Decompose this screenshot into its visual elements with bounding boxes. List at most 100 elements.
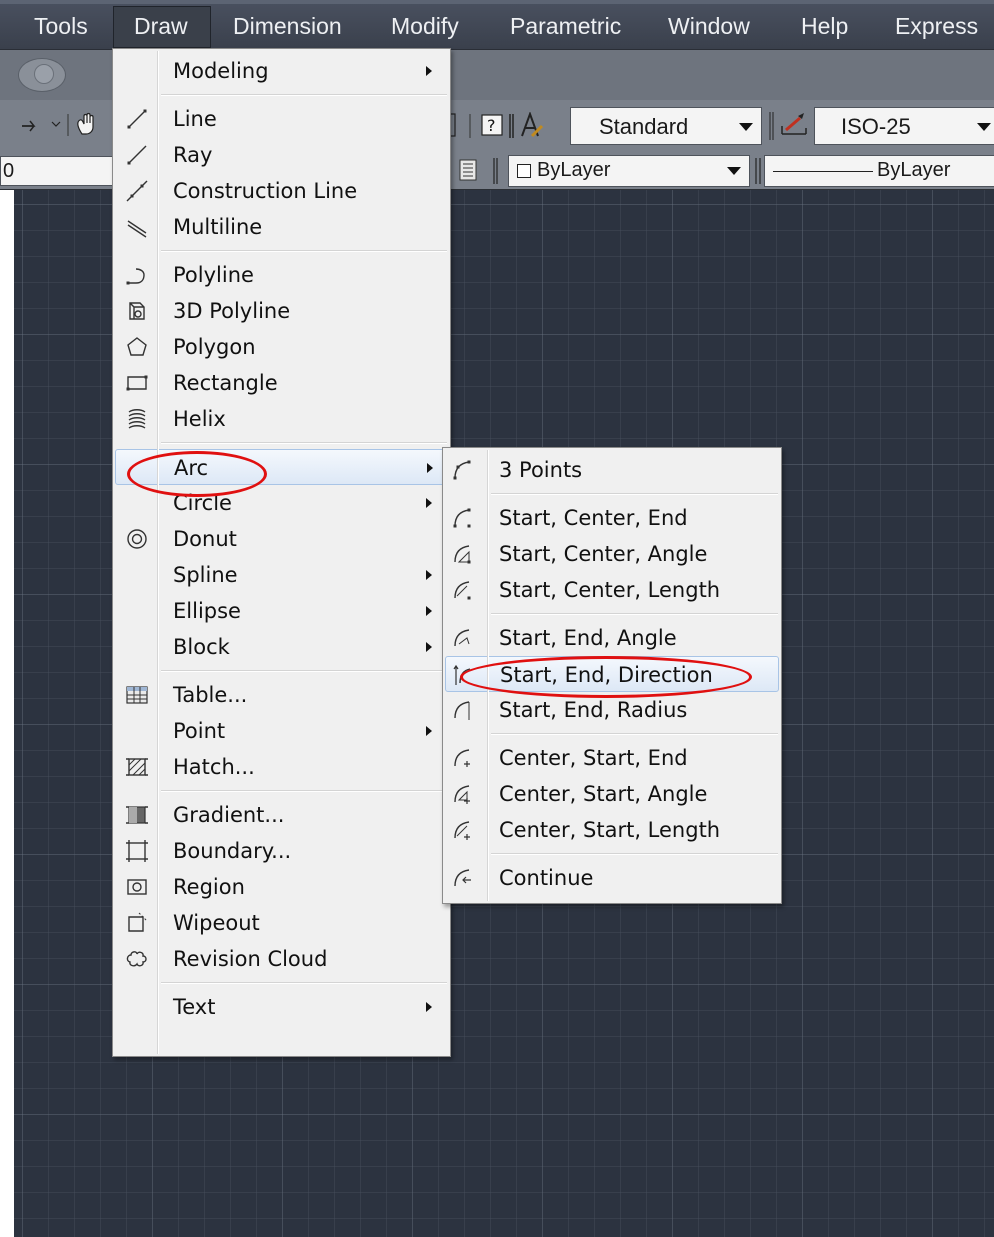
menu-item-polygon[interactable]: Polygon	[115, 329, 448, 365]
menu-item-center-start-end[interactable]: Center, Start, End	[445, 740, 779, 776]
menu-item-label: Center, Start, End	[499, 746, 688, 770]
workspace-icon	[34, 64, 54, 84]
color-dropdown[interactable]: ByLayer	[508, 155, 750, 187]
submenu-arrow-icon	[426, 606, 432, 616]
menu-item-ray[interactable]: Ray	[115, 137, 448, 173]
menu-item-start-center-angle[interactable]: Start, Center, Angle	[445, 536, 779, 572]
arc-3points-icon	[453, 460, 471, 480]
revision-cloud-icon	[126, 951, 147, 967]
dim-style-icon[interactable]	[768, 110, 814, 142]
text-style-dropdown[interactable]: Standard	[570, 107, 762, 145]
annotation-ellipse-arc	[127, 451, 267, 497]
menu-item-label: Center, Start, Angle	[499, 782, 708, 806]
menu-item-wipeout[interactable]: Wipeout	[115, 905, 448, 941]
menu-item-label: Modeling	[173, 59, 269, 83]
menubar-top-edge	[0, 0, 994, 4]
annotation-ellipse-start-end-direction	[460, 656, 752, 698]
menu-help[interactable]: Help	[801, 8, 848, 44]
menu-item-modeling[interactable]: Modeling	[115, 53, 448, 89]
menu-separator	[161, 94, 447, 96]
menu-item-3-points[interactable]: 3 Points	[445, 452, 779, 488]
menu-item-multiline[interactable]: Multiline	[115, 209, 448, 245]
menu-express[interactable]: Express	[895, 8, 978, 44]
menu-separator	[491, 613, 778, 615]
menu-item-label: Gradient...	[173, 803, 285, 827]
menu-item-point[interactable]: Point	[115, 713, 448, 749]
help-text-style-icons[interactable]: ?	[448, 112, 568, 140]
menu-item-center-start-length[interactable]: Center, Start, Length	[445, 812, 779, 848]
submenu-arrow-icon	[426, 570, 432, 580]
chevron-down-icon	[727, 167, 741, 175]
menu-tools[interactable]: Tools	[34, 8, 88, 44]
menu-item-continue[interactable]: Continue	[445, 860, 779, 896]
menu-separator	[491, 733, 778, 735]
arc-sea-icon	[454, 629, 470, 647]
dim-style-value: ISO-25	[841, 114, 911, 139]
submenu-arrow-icon	[427, 463, 433, 473]
menu-item-block[interactable]: Block	[115, 629, 448, 665]
menu-parametric[interactable]: Parametric	[510, 8, 621, 44]
arc-scl-icon	[454, 581, 471, 600]
menu-item-center-start-angle[interactable]: Center, Start, Angle	[445, 776, 779, 812]
menu-icon-gutter-highlight	[158, 51, 159, 1054]
menu-item-label: Center, Start, Length	[499, 818, 721, 842]
color-swatch	[517, 164, 531, 178]
construction-line-icon	[126, 180, 148, 202]
menu-item-donut[interactable]: Donut	[115, 521, 448, 557]
menu-item-revision-cloud[interactable]: Revision Cloud	[115, 941, 448, 977]
menu-item-rectangle[interactable]: Rectangle	[115, 365, 448, 401]
multiline-icon	[127, 220, 147, 238]
arc-csl-icon	[454, 821, 470, 840]
redo-pan-icons[interactable]	[18, 112, 118, 138]
menu-item-label: Point	[173, 719, 226, 743]
menu-modify[interactable]: Modify	[391, 8, 459, 44]
menu-item-helix[interactable]: Helix	[115, 401, 448, 437]
menu-item-text[interactable]: Text	[115, 989, 448, 1025]
chevron-down-icon	[739, 123, 753, 131]
menu-item-boundary[interactable]: Boundary...	[115, 833, 448, 869]
menu-item-label: Text	[173, 995, 216, 1019]
menu-item-label: 3D Polyline	[173, 299, 291, 323]
layer-properties-icon[interactable]	[456, 156, 506, 186]
text-style-value: Standard	[599, 114, 689, 139]
menu-item-label: Construction Line	[173, 179, 358, 203]
menu-window[interactable]: Window	[668, 8, 750, 44]
arc-csa-icon	[454, 785, 470, 804]
polygon-icon	[127, 337, 147, 356]
menu-item-label: Boundary...	[173, 839, 292, 863]
menu-item-region[interactable]: Region	[115, 869, 448, 905]
menu-separator	[161, 442, 447, 444]
menu-item-gradient[interactable]: Gradient...	[115, 797, 448, 833]
menu-item-label: Rectangle	[173, 371, 278, 395]
helix-icon	[128, 409, 146, 429]
ray-icon	[127, 145, 147, 165]
menu-bar: Tools Draw Dimension Modify Parametric W…	[0, 0, 994, 50]
dim-style-dropdown[interactable]: ISO-25	[814, 107, 994, 145]
menu-item-start-center-end[interactable]: Start, Center, End	[445, 500, 779, 536]
linetype-dropdown[interactable]: ByLayer	[764, 155, 994, 187]
menu-item-label: Revision Cloud	[173, 947, 328, 971]
menu-item-spline[interactable]: Spline	[115, 557, 448, 593]
menu-item-label: Table...	[173, 683, 248, 707]
menu-item-label: Region	[173, 875, 245, 899]
menu-item-polyline[interactable]: Polyline	[115, 257, 448, 293]
layer-value: 0	[3, 160, 15, 182]
menu-item-construction-line[interactable]: Construction Line	[115, 173, 448, 209]
menu-item-start-end-angle[interactable]: Start, End, Angle	[445, 620, 779, 656]
menu-item-label: Ellipse	[173, 599, 241, 623]
submenu-arrow-icon	[426, 1002, 432, 1012]
menu-item-label: Polyline	[173, 263, 254, 287]
menu-item-3d-polyline[interactable]: 3D Polyline	[115, 293, 448, 329]
menu-item-ellipse[interactable]: Ellipse	[115, 593, 448, 629]
menu-item-label: Start, End, Angle	[499, 626, 677, 650]
menu-item-line[interactable]: Line	[115, 101, 448, 137]
menu-item-hatch[interactable]: Hatch...	[115, 749, 448, 785]
region-icon	[127, 879, 147, 895]
menu-item-table[interactable]: Table...	[115, 677, 448, 713]
table-icon	[126, 686, 148, 704]
menu-item-start-center-length[interactable]: Start, Center, Length	[445, 572, 779, 608]
menu-draw[interactable]: Draw	[134, 8, 188, 44]
menu-dimension[interactable]: Dimension	[233, 8, 342, 44]
layer-dropdown[interactable]: 0	[0, 156, 114, 186]
hatch-icon	[126, 758, 148, 776]
